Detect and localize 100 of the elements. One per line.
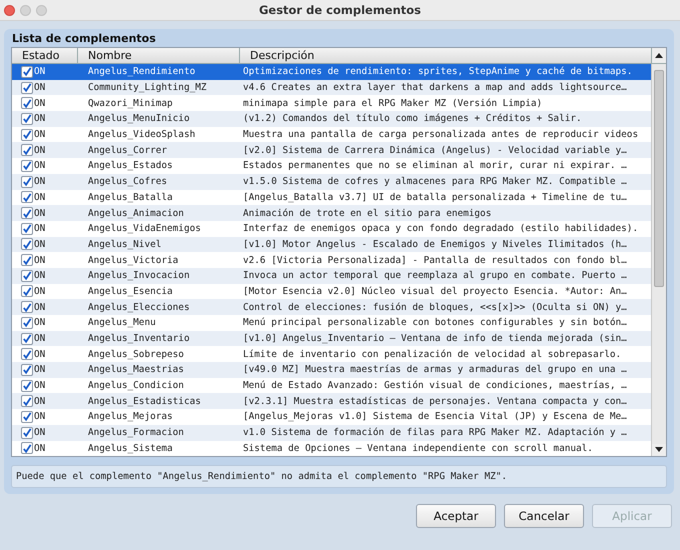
status-text: ON (34, 192, 46, 203)
status-text: ON (34, 333, 46, 344)
checkbox[interactable] (21, 82, 33, 94)
column-header[interactable]: Estado (12, 48, 78, 63)
scroll-down-icon[interactable] (652, 444, 666, 456)
table-row[interactable]: ON Angelus_Correr [v2.0] Sistema de Carrera Dinámica (Angelus) - Velocidad variable y… (12, 142, 651, 158)
table-row[interactable]: ON Angelus_Estadisticas [v2.3.1] Muestra estadísticas de personajes. Ventana compacta y con… (12, 393, 651, 410)
status-text: ON (34, 411, 46, 422)
checkbox[interactable] (21, 270, 33, 282)
table-row[interactable]: ON Angelus_Formacion v1.0 Sistema de formación de filas para RPG Maker MZ. Adaptación y … (12, 424, 651, 440)
table-row[interactable]: ON Angelus_VideoSplash Muestra una pantalla de carga personalizada antes de reproducir videos (12, 126, 651, 142)
table-row[interactable]: ON Angelus_Inventario [v1.0] Angelus_Inventario – Ventana de info de tienda mejorada (sin… (12, 330, 651, 346)
plugin-name: Angelus_Cofres (88, 176, 168, 188)
checkbox[interactable] (21, 176, 33, 188)
plugin-name: Angelus_Sobrepeso (88, 348, 184, 360)
checkbox[interactable] (21, 128, 33, 141)
checkbox[interactable] (21, 144, 33, 156)
plugin-name: Angelus_Victoria (88, 254, 178, 266)
plugin-name: Community_Lighting_MZ (88, 82, 207, 94)
scroll-thumb[interactable] (654, 70, 664, 287)
dialog-button[interactable]: Cancelar (504, 504, 584, 528)
status-text: ON (34, 380, 46, 392)
status-text: ON (34, 82, 46, 94)
plugin-description: [Angelus_Batalla v3.7] UI de batalla personalizada + Timeline de tu… (243, 192, 627, 203)
plugin-name: Angelus_Estados (88, 160, 173, 172)
checkbox[interactable] (21, 301, 33, 314)
scroll-up-icon[interactable] (652, 48, 666, 63)
plugin-description: minimapa simple para el RPG Maker MZ (Versión Limpia) (243, 98, 542, 109)
status-text: ON (34, 223, 46, 234)
table-row[interactable]: ON Angelus_Invocacion Invoca un actor temporal que reemplaza al grupo en combate. Puerto … (12, 268, 651, 284)
checkbox[interactable] (21, 364, 33, 376)
plugin-description: [v1.0] Angelus_Inventario – Ventana de info de tienda mejorada (sin… (243, 333, 627, 344)
dialog-button[interactable]: Aceptar (416, 504, 496, 528)
close-button[interactable] (4, 4, 15, 16)
plugin-description: [Motor Esencia v2.0] Núcleo visual del proyecto Esencia. *Autor: An… (243, 286, 627, 297)
plugin-name: Angelus_Batalla (88, 192, 173, 203)
status-text: ON (34, 208, 46, 219)
plugin-description: v1.5.0 Sistema de cofres y almacenes para RPG Maker MZ. Compatible … (243, 176, 627, 188)
checkbox[interactable] (21, 254, 33, 266)
table-row[interactable]: ON Angelus_Animacion Animación de trote en el sitio para enemigos (12, 205, 651, 221)
checkbox[interactable] (21, 395, 33, 408)
checkbox[interactable] (21, 97, 33, 110)
checkbox[interactable] (21, 238, 33, 250)
scrollbar[interactable] (651, 64, 666, 456)
table-row[interactable]: ON Angelus_Cofres v1.5.0 Sistema de cofres y almacenes para RPG Maker MZ. Compatible … (12, 174, 651, 190)
plugin-description: Invoca un actor temporal que reemplaza al grupo en combate. Puerto … (243, 270, 627, 282)
plugin-name: Qwazori_Minimap (88, 98, 173, 109)
table-row[interactable]: ON Angelus_Esencia [Motor Esencia v2.0] Núcleo visual del proyecto Esencia. *Autor: An… (12, 284, 651, 300)
checkbox[interactable] (21, 380, 33, 392)
checkbox[interactable] (21, 112, 33, 125)
plugin-description: Optimizaciones de rendimiento: sprites, StepAnime y caché de bitmaps. (243, 66, 632, 78)
plugin-name: Angelus_Mejoras (88, 411, 173, 422)
window-title: Gestor de complementos (258, 3, 422, 17)
plugin-name: Angelus_MenuInicio (88, 113, 190, 124)
plugin-name: Angelus_Formacion (88, 427, 184, 438)
table-row[interactable]: ON Angelus_MenuInicio (v1.2) Comandos del título como imágenes + Créditos + Salir. (12, 111, 651, 127)
plugin-description: Animación de trote en el sitio para enemigos (243, 208, 492, 219)
plugin-description: v4.6 Creates an extra layer that darkens a map and adds lightsource… (243, 82, 627, 94)
plugin-name: Angelus_VidaEnemigos (88, 223, 201, 234)
checkbox[interactable] (21, 285, 33, 298)
plugin-name: Angelus_Inventario (88, 333, 190, 344)
status-text: ON (34, 66, 46, 78)
checkbox[interactable] (21, 348, 33, 360)
plugin-description: Muestra una pantalla de carga personalizada antes de reproducir videos (243, 129, 638, 140)
checkbox[interactable] (21, 316, 33, 329)
table-row[interactable]: ON Angelus_Elecciones Control de elecciones: fusión de bloques, <<s[x]>> (Oculta si ON) y… (12, 299, 651, 315)
table-row[interactable]: ON Angelus_Batalla [Angelus_Batalla v3.7] UI de batalla personalizada + Timeline de tu… (12, 190, 651, 206)
plugin-name: Angelus_Correr (88, 144, 168, 156)
table-row[interactable]: ON Angelus_Nivel [v1.0] Motor Angelus - Escalado de Enemigos y Niveles Ilimitados (h… (12, 236, 651, 252)
checkbox[interactable] (21, 191, 33, 204)
panel-title: Lista de complementos (11, 32, 157, 47)
plugin-name: Angelus_Condicion (88, 380, 184, 392)
status-text: ON (34, 302, 46, 313)
table-row[interactable]: ON Angelus_Sistema Sistema de Opciones – Ventana independiente con scroll manual. (12, 440, 651, 456)
plugin-name: Angelus_Animacion (88, 208, 184, 219)
table-row[interactable]: ON Community_Lighting_MZ v4.6 Creates an extra layer that darkens a map and adds lightsource… (12, 80, 651, 96)
column-header[interactable]: Nombre (78, 48, 240, 63)
table-row[interactable]: ON Angelus_Condicion Menú de Estado Avanzado: Gestión visual de condiciones, maestrías, … (12, 378, 651, 394)
status-text: ON (34, 129, 46, 140)
plugin-name: Angelus_Invocacion (88, 270, 190, 282)
checkbox[interactable] (21, 426, 33, 439)
message-text: Puede que el complemento "Angelus_Rendimiento" no admita el complemento "RPG Maker MZ". (16, 471, 508, 482)
status-text: ON (34, 317, 46, 328)
plugin-description: Control de elecciones: fusión de bloques, <<s[x]>> (Oculta si ON) y… (243, 302, 627, 313)
table-row[interactable]: ON Angelus_Maestrias [v49.0 MZ] Muestra maestrías de armas y armaduras del grupo en una … (12, 362, 651, 378)
checkbox[interactable] (21, 66, 33, 78)
plugin-name: Angelus_Estadisticas (88, 396, 201, 407)
status-text: ON (34, 254, 46, 266)
table-row[interactable]: ON Angelus_Rendimiento Optimizaciones de rendimiento: sprites, StepAnime y caché de bitmaps. (12, 64, 651, 80)
status-text: ON (34, 160, 46, 172)
plugin-name: Angelus_Maestrias (88, 364, 184, 376)
plugin-name: Angelus_Nivel (88, 238, 162, 250)
checkbox[interactable] (21, 207, 33, 220)
checkbox[interactable] (21, 332, 33, 345)
plugin-name: Angelus_Menu (88, 317, 156, 328)
plugin-name: Angelus_Rendimiento (88, 66, 196, 78)
checkbox[interactable] (21, 442, 33, 454)
checkbox[interactable] (21, 160, 33, 172)
checkbox[interactable] (21, 222, 33, 235)
checkbox[interactable] (21, 410, 33, 423)
